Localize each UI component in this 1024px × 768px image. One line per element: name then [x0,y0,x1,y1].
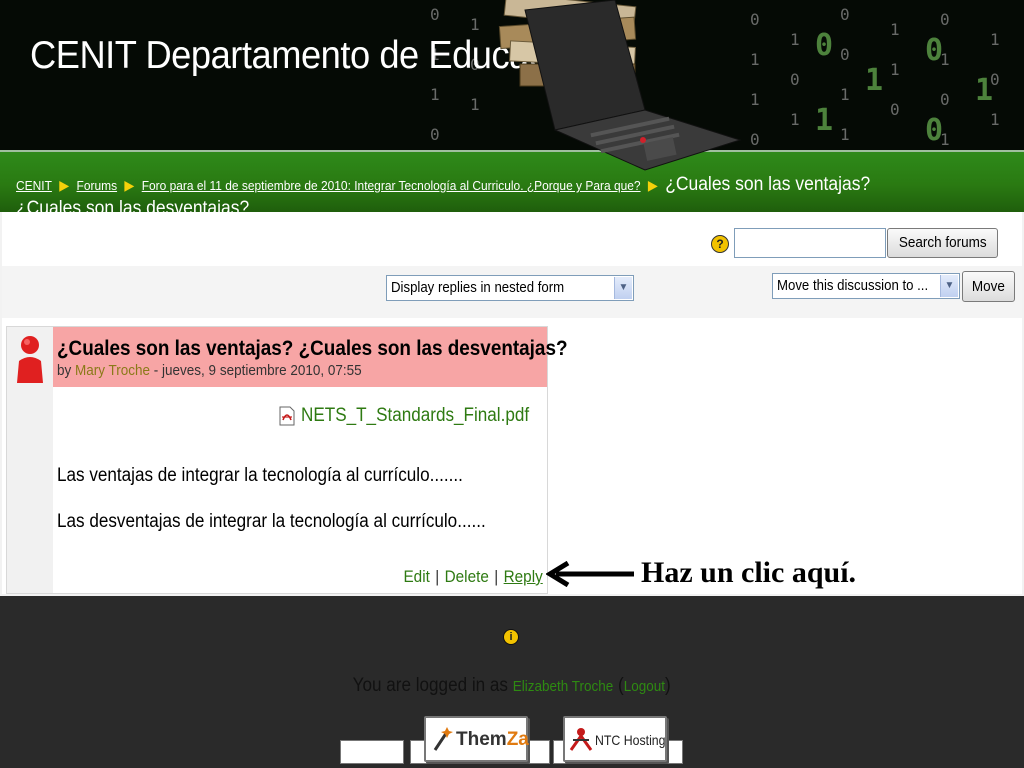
search-forums-button[interactable]: Search forums [887,228,998,258]
arrow-left-icon [546,561,634,587]
svg-text:1: 1 [990,30,1000,49]
post-author-link[interactable]: Mary Troche [75,362,150,379]
attachment[interactable]: NETS_T_Standards_Final.pdf [279,405,554,427]
post-commands: Edit | Delete | Reply [403,567,543,586]
user-profile-link[interactable]: Elizabeth Troche [513,678,614,695]
svg-text:0: 0 [430,125,440,144]
move-discussion-select[interactable]: Move this discussion to ... ▼ [772,273,960,299]
chevron-down-icon: ▼ [940,275,958,297]
attachment-link[interactable]: NETS_T_Standards_Final.pdf [301,405,529,427]
ntc-logo-icon [569,728,593,751]
info-icon[interactable]: i [503,629,519,645]
chevron-down-icon: ▼ [614,277,632,299]
post-header: ¿Cuales son las ventajas? ¿Cuales son la… [53,327,568,387]
help-icon[interactable]: ? [711,235,729,253]
svg-text:0: 0 [750,10,760,29]
forum-post: ¿Cuales son las ventajas? ¿Cuales son la… [6,326,568,594]
svg-text:1: 1 [750,50,760,69]
breadcrumb-cenit[interactable]: CENIT [16,178,52,193]
svg-text:0: 0 [750,130,760,149]
triangle-right-icon: ▶ [59,177,70,193]
svg-text:1: 1 [750,90,760,109]
svg-text:1: 1 [890,60,900,79]
post-side [7,327,53,593]
pdf-icon [279,406,295,426]
ntc-hosting-badge[interactable]: NTC Hosting [563,716,667,762]
post-date: - jueves, 9 septiembre 2010, 07:55 [150,362,362,379]
svg-text:1: 1 [865,63,883,98]
svg-text:0: 0 [815,28,833,63]
svg-text:0: 0 [840,45,850,64]
reply-link[interactable]: Reply [504,567,543,586]
delete-link[interactable]: Delete [445,567,489,586]
user-avatar-icon [17,336,43,383]
triangle-right-icon: ▶ [124,177,135,193]
svg-text:0: 0 [890,100,900,119]
logout-link[interactable]: Logout [624,678,665,695]
svg-text:0: 0 [790,70,800,89]
display-mode-select[interactable]: Display replies in nested form ▼ [386,275,634,301]
svg-text:0: 0 [430,5,440,24]
annotation-text: Haz un clic aquí. [641,556,857,589]
svg-text:1: 1 [840,125,850,144]
svg-text:1: 1 [840,85,850,104]
svg-text:0: 0 [940,10,950,29]
svg-text:1: 1 [470,15,480,34]
themza-badge[interactable]: ThemZa [424,716,529,762]
footer-tab [340,740,404,764]
svg-text:1: 1 [990,110,1000,129]
breadcrumb-current-line2: ¿Cuales son las desventajas? [16,198,250,212]
post-meta: by Mary Troche - jueves, 9 septiembre 20… [57,362,362,379]
post-body-line: Las desventajas de integrar la tecnologí… [57,511,486,532]
svg-text:0: 0 [940,90,950,109]
svg-text:1: 1 [790,110,800,129]
svg-text:1: 1 [430,85,440,104]
svg-text:1: 1 [790,30,800,49]
breadcrumb-forums[interactable]: Forums [77,178,118,193]
svg-text:1: 1 [975,73,993,108]
post-body-line: Las ventajas de integrar la tecnología a… [57,465,463,486]
search-input[interactable] [734,228,886,258]
move-button[interactable]: Move [962,271,1015,302]
edit-link[interactable]: Edit [404,567,430,586]
svg-text:1: 1 [890,20,900,39]
svg-text:0: 0 [925,113,943,148]
post-subject: ¿Cuales son las ventajas? ¿Cuales son la… [57,337,568,360]
svg-text:1: 1 [815,103,833,138]
wand-icon [433,727,453,751]
login-info: You are logged in as Elizabeth Troche (L… [352,675,672,696]
svg-text:0: 0 [840,5,850,24]
laptop-books-illustration [498,0,742,171]
svg-text:1: 1 [470,95,480,114]
svg-text:0: 0 [925,33,943,68]
